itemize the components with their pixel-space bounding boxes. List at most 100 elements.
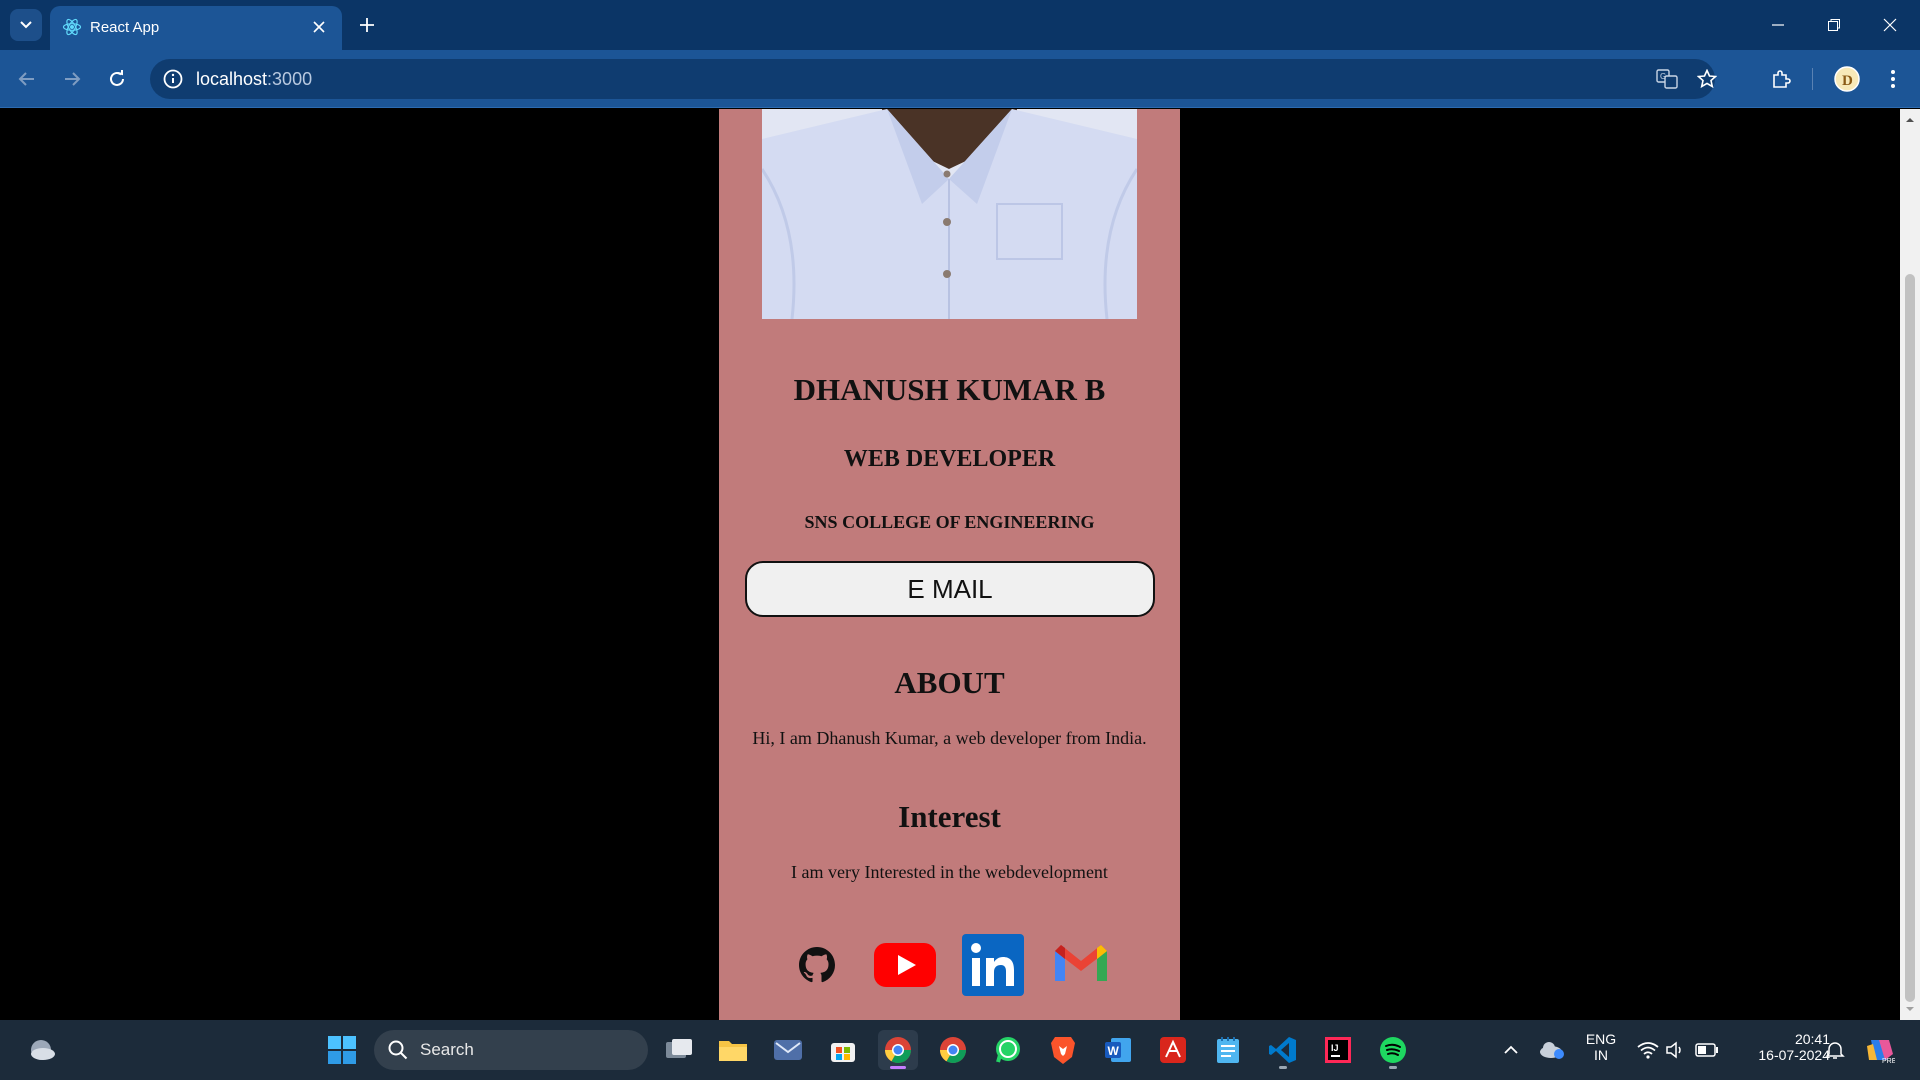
- battery-tray[interactable]: [1692, 1030, 1722, 1070]
- youtube-icon: [874, 943, 936, 987]
- forward-button[interactable]: [55, 62, 89, 96]
- github-link[interactable]: [785, 933, 849, 997]
- copilot-button[interactable]: PRE: [1860, 1030, 1900, 1070]
- folder-icon: [719, 1041, 747, 1061]
- url-host: localhost: [196, 69, 268, 89]
- tray-overflow-button[interactable]: [1493, 1030, 1529, 1070]
- about-heading: ABOUT: [894, 665, 1005, 700]
- taskbar-app-mail[interactable]: [768, 1030, 808, 1070]
- page-viewport: DHANUSH KUMAR B WEB DEVELOPER SNS COLLEG…: [0, 109, 1900, 1020]
- taskbar-whatsapp[interactable]: [988, 1030, 1028, 1070]
- chevron-down-icon: [20, 21, 32, 29]
- back-button[interactable]: [10, 62, 44, 96]
- browser-titlebar: React App: [0, 0, 1920, 50]
- star-icon: [1697, 69, 1717, 89]
- reload-button[interactable]: [100, 62, 134, 96]
- email-button[interactable]: E MAIL: [745, 561, 1155, 617]
- tab-title: React App: [90, 19, 160, 36]
- react-logo-icon: [62, 18, 82, 36]
- active-indicator: [890, 1066, 906, 1069]
- taskbar-vscode[interactable]: [1263, 1030, 1303, 1070]
- acrobat-icon: [1160, 1037, 1186, 1063]
- site-info-icon[interactable]: [162, 68, 184, 90]
- tab-search-button[interactable]: [10, 9, 42, 41]
- close-window-button[interactable]: [1862, 0, 1918, 50]
- bookmark-button[interactable]: [1695, 67, 1719, 91]
- taskbar-microsoft-store[interactable]: [823, 1030, 863, 1070]
- mail-app-icon: [774, 1040, 802, 1060]
- volume-tray[interactable]: [1662, 1030, 1690, 1070]
- battery-icon: [1695, 1043, 1718, 1057]
- svg-text:PRE: PRE: [1882, 1058, 1895, 1064]
- restore-button[interactable]: [1806, 0, 1862, 50]
- gmail-link[interactable]: [1049, 933, 1113, 997]
- gmail-icon: [1055, 945, 1107, 981]
- url-text: localhost:3000: [196, 69, 312, 90]
- notification-bell-icon: [1825, 1042, 1845, 1059]
- profile-card: DHANUSH KUMAR B WEB DEVELOPER SNS COLLEG…: [719, 109, 1180, 1020]
- vscode-icon: [1269, 1037, 1296, 1063]
- notifications-button[interactable]: [1820, 1030, 1850, 1070]
- clock-date: 16-07-2024: [1758, 1047, 1830, 1063]
- widgets-button[interactable]: [22, 1030, 62, 1070]
- chrome-menu-button[interactable]: [1876, 62, 1910, 96]
- scrollbar-thumb[interactable]: [1905, 274, 1915, 1002]
- restore-icon: [1828, 19, 1840, 31]
- translate-button[interactable]: G: [1655, 67, 1679, 91]
- onedrive-tray[interactable]: [1534, 1030, 1570, 1070]
- plus-icon: [360, 18, 374, 32]
- close-icon: [1883, 18, 1897, 32]
- windows-taskbar: Search W IJ ENG IN 20:41 16-07-2024 PRE: [0, 1020, 1920, 1080]
- cloud-sync-icon: [1540, 1042, 1564, 1059]
- profile-photo: [762, 109, 1137, 319]
- taskview-button[interactable]: [659, 1030, 699, 1070]
- browser-tab-active[interactable]: React App: [50, 6, 342, 50]
- taskbar-chrome-active[interactable]: [878, 1030, 918, 1070]
- copilot-icon: PRE: [1867, 1040, 1895, 1064]
- taskbar-spotify[interactable]: [1373, 1030, 1413, 1070]
- svg-text:D: D: [1842, 73, 1853, 89]
- avatar-icon: D: [1834, 66, 1860, 92]
- github-icon: [799, 947, 835, 983]
- forward-arrow-icon: [65, 72, 81, 86]
- weather-cloud-icon: [31, 1040, 55, 1060]
- taskbar-search[interactable]: Search: [374, 1030, 648, 1070]
- more-vert-icon: [1891, 70, 1895, 88]
- clock[interactable]: 20:41 16-07-2024: [1730, 1031, 1830, 1063]
- youtube-link[interactable]: [873, 933, 937, 997]
- chrome-icon: [884, 1037, 912, 1064]
- taskbar-intellij[interactable]: IJ: [1318, 1030, 1358, 1070]
- extensions-button[interactable]: [1764, 62, 1798, 96]
- word-icon: W: [1105, 1038, 1131, 1062]
- taskbar-acrobat[interactable]: [1153, 1030, 1193, 1070]
- running-indicator: [1279, 1066, 1287, 1069]
- chrome-icon: [939, 1037, 967, 1064]
- interest-text: I am very Interested in the webdevelopme…: [791, 862, 1108, 882]
- tab-close-button[interactable]: [308, 16, 330, 38]
- wifi-icon: [1637, 1042, 1659, 1059]
- profile-avatar[interactable]: D: [1830, 62, 1864, 96]
- taskbar-file-explorer[interactable]: [713, 1030, 753, 1070]
- scroll-down-icon[interactable]: [1905, 1004, 1915, 1014]
- start-button[interactable]: [322, 1030, 362, 1070]
- brave-icon: [1051, 1037, 1075, 1064]
- linkedin-link[interactable]: [961, 933, 1025, 997]
- minimize-button[interactable]: [1750, 0, 1806, 50]
- taskbar-word[interactable]: W: [1098, 1030, 1138, 1070]
- vertical-scrollbar[interactable]: [1900, 109, 1920, 1020]
- taskbar-notepad[interactable]: [1208, 1030, 1248, 1070]
- new-tab-button[interactable]: [352, 10, 382, 40]
- wifi-tray[interactable]: [1634, 1030, 1662, 1070]
- address-bar[interactable]: localhost:3000 G: [150, 59, 1717, 99]
- taskbar-brave[interactable]: [1043, 1030, 1083, 1070]
- close-icon: [313, 21, 325, 33]
- scroll-up-icon[interactable]: [1905, 115, 1915, 125]
- language-indicator[interactable]: ENG IN: [1576, 1031, 1626, 1063]
- chevron-up-icon: [1504, 1045, 1518, 1054]
- profile-name: DHANUSH KUMAR B: [793, 372, 1106, 407]
- region-code: IN: [1594, 1047, 1608, 1063]
- taskbar-chrome-2[interactable]: [933, 1030, 973, 1070]
- clock-time: 20:41: [1794, 1031, 1830, 1047]
- about-text: Hi, I am Dhanush Kumar, a web developer …: [752, 728, 1147, 748]
- back-arrow-icon: [18, 72, 34, 86]
